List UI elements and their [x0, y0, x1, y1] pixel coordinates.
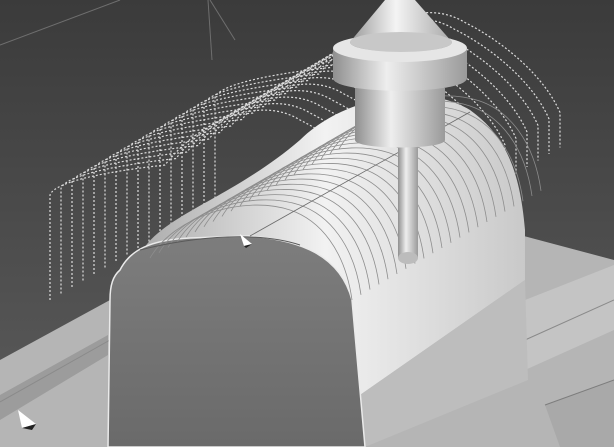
scene-svg[interactable] — [0, 0, 614, 447]
cam-3d-viewport[interactable] — [0, 0, 614, 447]
